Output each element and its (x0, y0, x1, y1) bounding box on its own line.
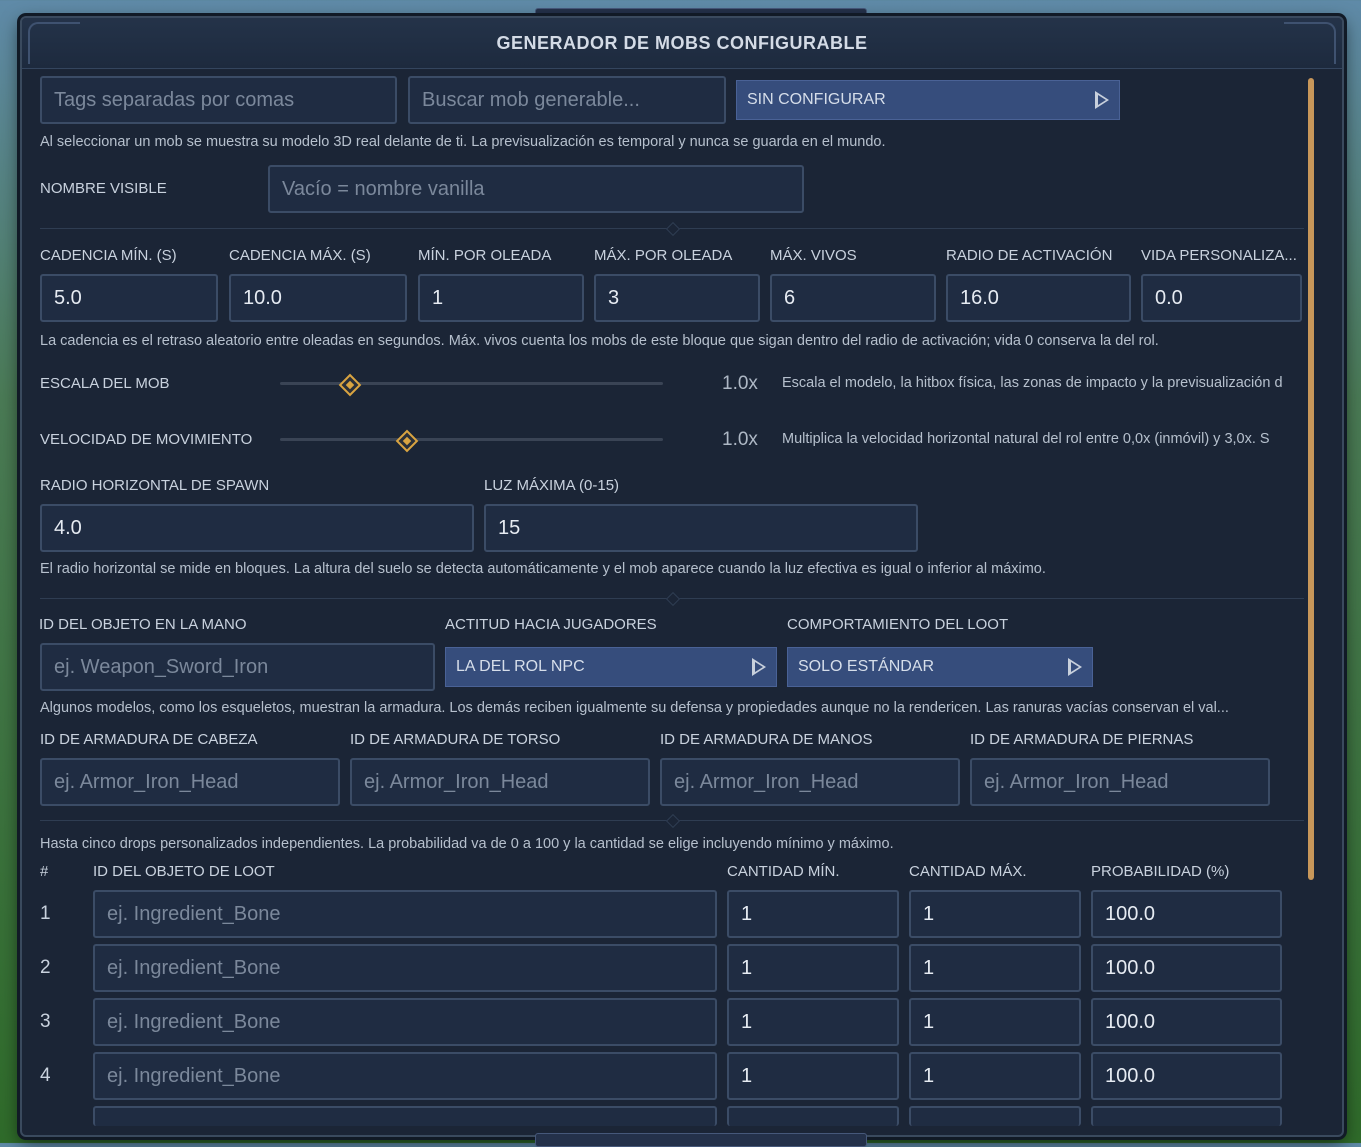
max-light-input[interactable]: 15 (484, 504, 918, 552)
drop-min-input[interactable]: 1 (727, 998, 899, 1046)
custom-health-input[interactable]: 0.0 (1141, 274, 1302, 322)
spawn-radius-label: RADIO HORIZONTAL DE SPAWN (40, 477, 270, 494)
mob-generator-panel: GENERADOR DE MOBS CONFIGURABLE Tags sepa… (20, 16, 1344, 1137)
mob-scale-help-text: Escala el modelo, la hitbox física, las … (782, 375, 1283, 391)
drops-help-text: Hasta cinco drops personalizados indepen… (40, 836, 894, 852)
panel-title: GENERADOR DE MOBS CONFIGURABLE (496, 32, 868, 53)
drop-row-5-min-input[interactable] (727, 1106, 899, 1126)
activation-radius-input[interactable]: 16.0 (946, 274, 1131, 322)
mob-scale-slider-handle[interactable] (338, 373, 362, 397)
min-cadence-input[interactable]: 5.0 (40, 274, 218, 322)
max-light-label: LUZ MÁXIMA (0-15) (484, 477, 620, 494)
drop-min-input[interactable]: 1 (727, 1052, 899, 1100)
attitude-label: ACTITUD HACIA JUGADORES (445, 616, 657, 633)
drop-max-input[interactable]: 1 (909, 944, 1081, 992)
min-cadence-label: CADENCIA MÍN. (S) (40, 247, 177, 264)
radius-help-text: El radio horizontal se mide en bloques. … (40, 561, 1046, 577)
head-armor-label: ID DE ARMADURA DE CABEZA (40, 731, 258, 748)
drop-min-input[interactable]: 1 (727, 944, 899, 992)
max-alive-label: MÁX. VIVOS (770, 247, 857, 264)
max-per-wave-label: MÁX. POR OLEADA (594, 247, 733, 264)
legs-armor-label: ID DE ARMADURA DE PIERNAS (970, 731, 1194, 748)
corner-ornament-left (28, 22, 80, 64)
attitude-select-button[interactable]: LA DEL ROL NPC (445, 647, 777, 687)
drop-probability-input[interactable]: 100.0 (1091, 890, 1282, 938)
attitude-select-label: LA DEL ROL NPC (456, 658, 585, 675)
drops-header-index: # (40, 863, 49, 880)
drop-row-index: 3 (40, 1011, 51, 1032)
activation-radius-label: RADIO DE ACTIVACIÓN (946, 247, 1113, 264)
torso-armor-input[interactable]: ej. Armor_Iron_Head (350, 758, 650, 806)
max-cadence-label: CADENCIA MÁX. (S) (229, 247, 371, 264)
drop-row-5-max-input[interactable] (909, 1106, 1081, 1126)
play-arrow-icon (1068, 658, 1082, 676)
drop-row-index: 1 (40, 903, 51, 924)
custom-health-label: VIDA PERSONALIZA... (1141, 247, 1297, 264)
movement-speed-help-text: Multiplica la velocidad horizontal natur… (782, 431, 1270, 447)
drop-row-5-probability-input[interactable] (1091, 1106, 1282, 1126)
tags-input[interactable]: Tags separadas por comas (40, 76, 397, 124)
section-divider (40, 591, 1304, 607)
play-arrow-icon (752, 658, 766, 676)
drop-max-input[interactable]: 1 (909, 890, 1081, 938)
head-armor-input[interactable]: ej. Armor_Iron_Head (40, 758, 340, 806)
drop-row-index: 4 (40, 1065, 51, 1086)
movement-speed-slider-track[interactable] (280, 438, 663, 441)
mob-scale-value: 1.0x (722, 373, 758, 394)
max-alive-input[interactable]: 6 (770, 274, 936, 322)
preview-help-text: Al seleccionar un mob se muestra su mode… (40, 134, 886, 150)
display-name-label: NOMBRE VISIBLE (40, 180, 167, 197)
drop-max-input[interactable]: 1 (909, 1052, 1081, 1100)
drop-probability-input[interactable]: 100.0 (1091, 998, 1282, 1046)
drop-row-5-item-input[interactable] (93, 1106, 717, 1126)
drops-header-probability: PROBABILIDAD (%) (1091, 863, 1230, 880)
cadence-help-text: La cadencia es el retraso aleatorio entr… (40, 333, 1159, 349)
legs-armor-input[interactable]: ej. Armor_Iron_Head (970, 758, 1270, 806)
corner-ornament-right (1284, 22, 1336, 64)
movement-speed-value: 1.0x (722, 429, 758, 450)
torso-armor-label: ID DE ARMADURA DE TORSO (350, 731, 561, 748)
mob-scale-label: ESCALA DEL MOB (40, 375, 170, 392)
mob-select-button[interactable]: SIN CONFIGURAR (736, 80, 1120, 120)
min-per-wave-input[interactable]: 1 (418, 274, 584, 322)
movement-speed-label: VELOCIDAD DE MOVIMIENTO (40, 431, 253, 448)
hands-armor-input[interactable]: ej. Armor_Iron_Head (660, 758, 960, 806)
spawn-radius-input[interactable]: 4.0 (40, 504, 474, 552)
max-per-wave-input[interactable]: 3 (594, 274, 760, 322)
title-bar: GENERADOR DE MOBS CONFIGURABLE (22, 18, 1342, 69)
loot-behavior-label: COMPORTAMIENTO DEL LOOT (787, 616, 1009, 633)
movement-speed-slider-handle[interactable] (396, 429, 419, 453)
min-per-wave-label: MÍN. POR OLEADA (418, 247, 552, 264)
drop-max-input[interactable]: 1 (909, 998, 1081, 1046)
panel-bottom-ornament (535, 1133, 867, 1147)
drop-item-input[interactable]: ej. Ingredient_Bone (93, 944, 717, 992)
hand-item-label: ID DEL OBJETO EN LA MANO (39, 616, 247, 633)
display-name-input[interactable]: Vacío = nombre vanilla (268, 165, 804, 213)
scrollbar-thumb[interactable] (1308, 78, 1314, 880)
loot-behavior-select-button[interactable]: SOLO ESTÁNDAR (787, 647, 1093, 687)
section-divider (40, 221, 1304, 237)
drop-probability-input[interactable]: 100.0 (1091, 944, 1282, 992)
armor-help-text: Algunos modelos, como los esqueletos, mu… (40, 700, 1229, 716)
drop-min-input[interactable]: 1 (727, 890, 899, 938)
hand-item-input[interactable]: ej. Weapon_Sword_Iron (40, 643, 435, 691)
drop-row-index: 2 (40, 957, 51, 978)
section-divider (40, 813, 1304, 829)
drops-header-item: ID DEL OBJETO DE LOOT (93, 863, 275, 880)
drop-item-input[interactable]: ej. Ingredient_Bone (93, 998, 717, 1046)
drop-probability-input[interactable]: 100.0 (1091, 1052, 1282, 1100)
max-cadence-input[interactable]: 10.0 (229, 274, 407, 322)
drops-header-max: CANTIDAD MÁX. (909, 863, 1027, 880)
play-arrow-icon (1095, 91, 1109, 109)
drop-item-input[interactable]: ej. Ingredient_Bone (93, 890, 717, 938)
search-mob-input[interactable]: Buscar mob generable... (408, 76, 726, 124)
drop-item-input[interactable]: ej. Ingredient_Bone (93, 1052, 717, 1100)
drops-header-min: CANTIDAD MÍN. (727, 863, 840, 880)
hands-armor-label: ID DE ARMADURA DE MANOS (660, 731, 873, 748)
mob-select-label: SIN CONFIGURAR (747, 91, 886, 108)
loot-behavior-select-label: SOLO ESTÁNDAR (798, 658, 935, 675)
